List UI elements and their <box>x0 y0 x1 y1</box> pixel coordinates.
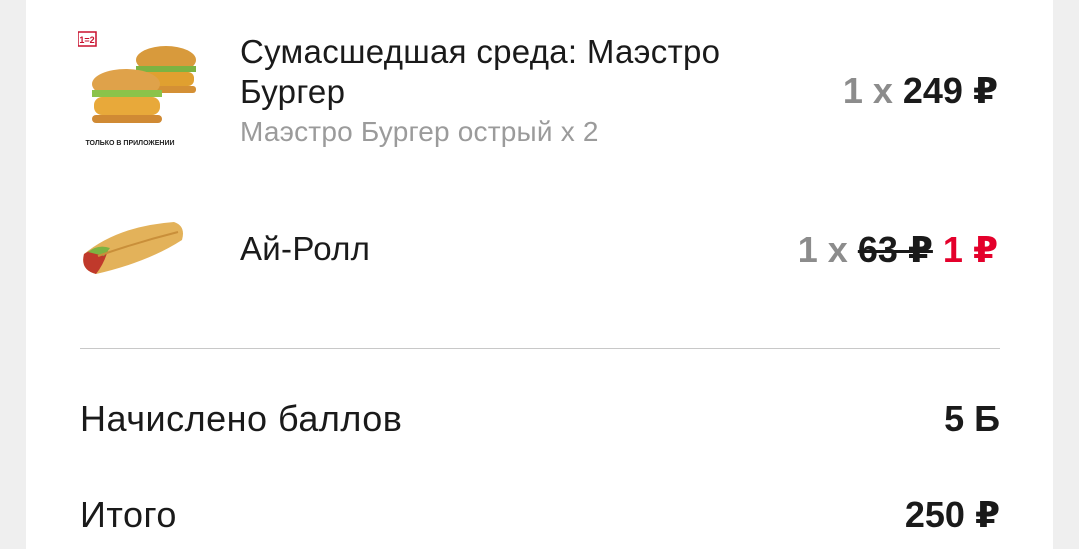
item-price-line: 1 x 249 ₽ <box>843 70 998 112</box>
item-quantity: 1 x <box>842 70 893 111</box>
total-label: Итого <box>80 494 177 535</box>
item-quantity: 1 x <box>797 229 848 270</box>
item-name: Ай-Ролл <box>240 230 371 267</box>
item-details: Маэстро Бургер острый х 2 <box>240 116 599 147</box>
burger-icon: 1=2 ТОЛЬКО В ПРИЛОЖЕНИИ <box>77 28 208 158</box>
item-price: 249 ₽ <box>902 70 998 111</box>
points-value: 5 Б <box>944 398 1000 439</box>
promo-badge: 1=2 <box>79 35 94 45</box>
order-card: 1=2 ТОЛЬКО В ПРИЛОЖЕНИИ Сумасшедшая сред… <box>26 0 1053 549</box>
promo-caption: ТОЛЬКО В ПРИЛОЖЕНИИ <box>85 140 174 147</box>
wrap-roll-icon <box>78 216 190 285</box>
item-price: 1 ₽ <box>942 229 998 270</box>
item-name: Сумасшедшая среда: Маэстро Бургер <box>240 33 721 110</box>
item-old-price: 63 ₽ <box>857 229 933 270</box>
divider <box>80 348 1000 349</box>
total-value: 250 ₽ <box>904 494 1000 535</box>
item-price-line: 1 x 63 ₽ 1 ₽ <box>798 229 998 271</box>
points-label: Начислено баллов <box>80 398 403 439</box>
